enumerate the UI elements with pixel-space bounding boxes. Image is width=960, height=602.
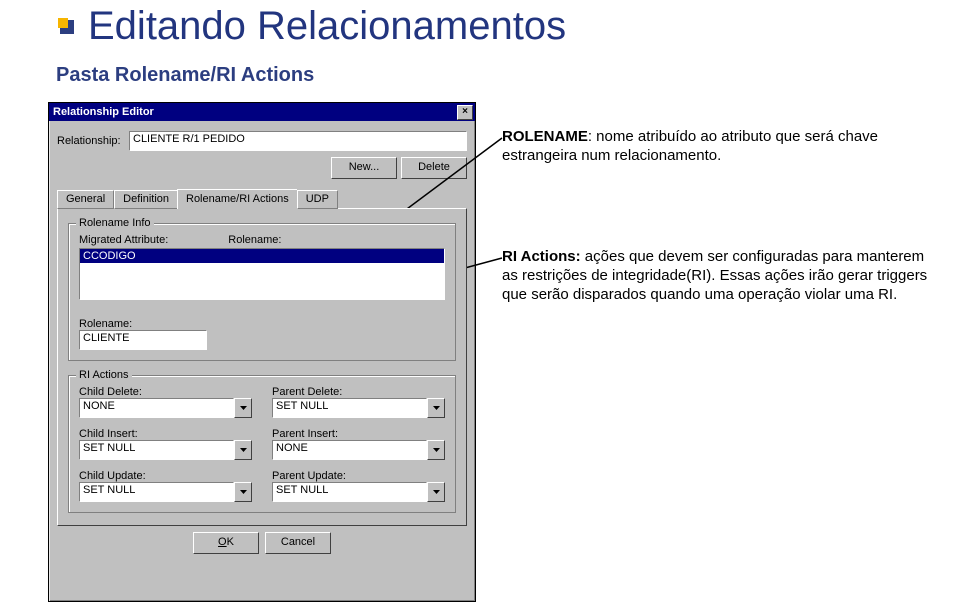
child-insert-value: SET NULL bbox=[83, 442, 135, 454]
parent-delete-combo[interactable]: SET NULL bbox=[272, 398, 445, 418]
ri-actions-legend: RI Actions bbox=[76, 369, 132, 381]
child-insert-combo[interactable]: SET NULL bbox=[79, 440, 252, 460]
tab-general[interactable]: General bbox=[57, 190, 114, 209]
chevron-down-icon[interactable] bbox=[234, 482, 252, 502]
parent-insert-combo[interactable]: NONE bbox=[272, 440, 445, 460]
tab-rolename-ri-actions[interactable]: Rolename/RI Actions bbox=[177, 189, 298, 209]
rolename-field-label: Rolename: bbox=[79, 318, 445, 330]
child-update-value: SET NULL bbox=[83, 484, 135, 496]
child-insert-label: Child Insert: bbox=[79, 428, 252, 440]
ri-actions-group: RI Actions Child Delete: NONE Parent Del… bbox=[68, 375, 456, 513]
parent-insert-label: Parent Insert: bbox=[272, 428, 445, 440]
parent-delete-label: Parent Delete: bbox=[272, 386, 445, 398]
child-delete-value: NONE bbox=[83, 400, 115, 412]
tab-definition[interactable]: Definition bbox=[114, 190, 178, 209]
rolename-info-legend: Rolename Info bbox=[76, 217, 154, 229]
child-update-combo[interactable]: SET NULL bbox=[79, 482, 252, 502]
parent-update-value: SET NULL bbox=[276, 484, 328, 496]
parent-delete-value: SET NULL bbox=[276, 400, 328, 412]
chevron-down-icon[interactable] bbox=[427, 482, 445, 502]
tab-panel: Rolename Info Migrated Attribute: Rolena… bbox=[57, 208, 467, 526]
rolename-field-value: CLIENTE bbox=[83, 332, 129, 344]
chevron-down-icon[interactable] bbox=[234, 398, 252, 418]
child-update-label: Child Update: bbox=[79, 470, 252, 482]
chevron-down-icon[interactable] bbox=[427, 398, 445, 418]
parent-update-label: Parent Update: bbox=[272, 470, 445, 482]
rolename-info-group: Rolename Info Migrated Attribute: Rolena… bbox=[68, 223, 456, 361]
migrated-attribute-label: Migrated Attribute: bbox=[79, 234, 168, 246]
child-delete-combo[interactable]: NONE bbox=[79, 398, 252, 418]
child-delete-label: Child Delete: bbox=[79, 386, 252, 398]
ri-actions-grid: Child Delete: NONE Parent Delete: SET NU… bbox=[79, 386, 445, 502]
migrated-attribute-list[interactable]: CCODIGO bbox=[79, 248, 445, 300]
list-selected-item[interactable]: CCODIGO bbox=[80, 249, 444, 263]
tab-udp[interactable]: UDP bbox=[297, 190, 338, 209]
rolename-column-label: Rolename: bbox=[228, 234, 281, 246]
parent-update-combo[interactable]: SET NULL bbox=[272, 482, 445, 502]
parent-insert-value: NONE bbox=[276, 442, 308, 454]
rolename-field[interactable]: CLIENTE bbox=[79, 330, 207, 350]
chevron-down-icon[interactable] bbox=[427, 440, 445, 460]
chevron-down-icon[interactable] bbox=[234, 440, 252, 460]
